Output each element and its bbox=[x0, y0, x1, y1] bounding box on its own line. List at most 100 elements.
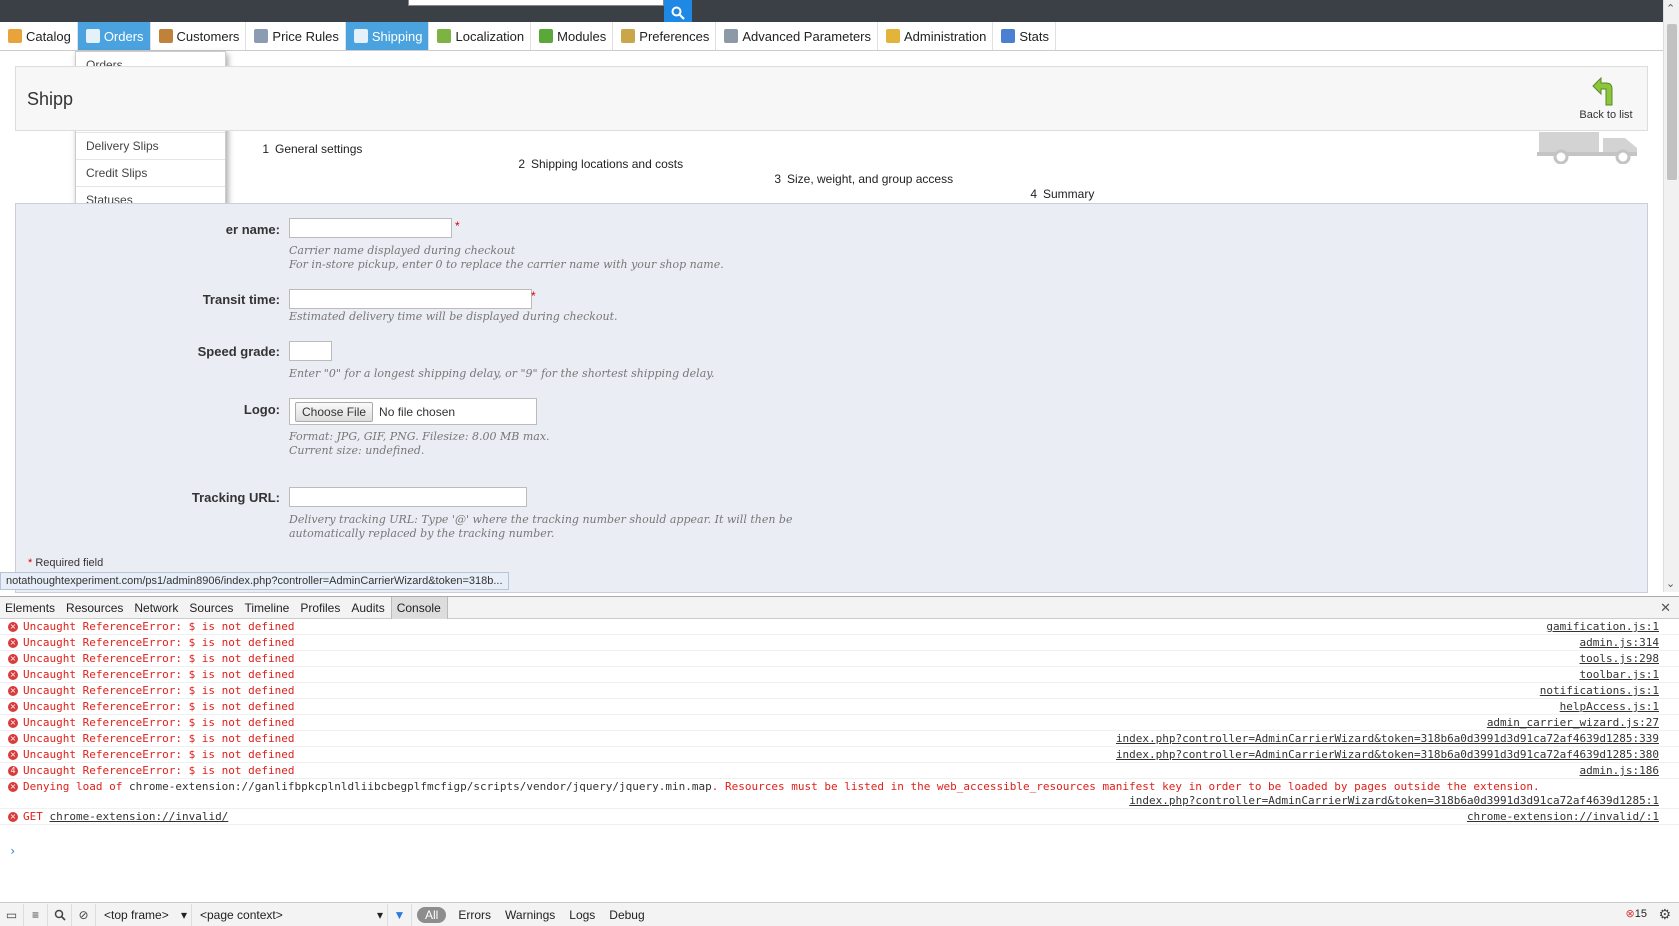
console-prompt[interactable]: › bbox=[9, 844, 16, 858]
message-url[interactable]: chrome-extension://ganlifbpkcplnldliibcb… bbox=[129, 780, 712, 793]
tab-label: Preferences bbox=[639, 28, 710, 44]
console-source-link[interactable]: index.php?controller=AdminCarrierWizard&… bbox=[1116, 732, 1659, 745]
menu-item-credit-slips[interactable]: Credit Slips bbox=[76, 160, 225, 187]
filter-logs[interactable]: Logs bbox=[562, 908, 602, 922]
gear-icon[interactable]: ⚙ bbox=[1658, 906, 1671, 923]
frame-select-value: <top frame> bbox=[104, 907, 169, 922]
devtools-tab-elements[interactable]: Elements bbox=[0, 597, 61, 619]
console-row: 4 Uncaught ReferenceError: $ is not defin… bbox=[0, 763, 1679, 779]
tab-modules[interactable]: Modules bbox=[531, 22, 614, 50]
tab-label: Administration bbox=[904, 28, 987, 44]
tab-preferences[interactable]: Preferences bbox=[613, 22, 717, 50]
console-source-link[interactable]: tools.js:298 bbox=[1580, 652, 1659, 665]
wizard-step-2[interactable]: 2 Shipping locations and costs bbox=[513, 157, 683, 171]
console-row: × Uncaught ReferenceError: $ is not defin… bbox=[0, 667, 1679, 683]
page-scrollbar[interactable]: ⌃ ⌄ bbox=[1663, 0, 1679, 592]
dock-icon[interactable]: ▭ bbox=[0, 903, 24, 926]
scroll-down-icon[interactable]: ⌄ bbox=[1666, 577, 1675, 590]
frame-select[interactable]: <top frame> ▾ bbox=[96, 903, 192, 926]
close-icon[interactable]: ✕ bbox=[1660, 600, 1671, 616]
help-line: automatically replaced by the tracking n… bbox=[289, 527, 555, 540]
console-source-link[interactable]: notifications.js:1 bbox=[1540, 684, 1659, 697]
menu-item-delivery-slips[interactable]: Delivery Slips bbox=[76, 133, 225, 160]
tab-price-rules[interactable]: Price Rules bbox=[246, 22, 346, 50]
tab-label: Stats bbox=[1019, 28, 1049, 44]
devtools-tab-bar: Elements Resources Network Sources Timeline P… bbox=[0, 596, 1679, 619]
step-label: General settings bbox=[275, 142, 363, 156]
console-source-link[interactable]: index.php?controller=AdminCarrierWizard&… bbox=[1116, 748, 1659, 761]
devtools-tab-network[interactable]: Network bbox=[129, 597, 184, 619]
logo-label: Logo: bbox=[243, 402, 280, 417]
console-source-link[interactable]: toolbar.js:1 bbox=[1580, 668, 1659, 681]
logo-file-input[interactable]: Choose File No file chosen bbox=[289, 398, 537, 425]
console-source-link[interactable]: helpAccess.js:1 bbox=[1560, 700, 1659, 713]
filter-all[interactable]: All bbox=[417, 906, 447, 923]
error-icon: × bbox=[8, 750, 18, 760]
console-message: Uncaught ReferenceError: $ is not define… bbox=[23, 764, 295, 777]
help-line: Current size: undefined. bbox=[289, 444, 425, 457]
carrier-name-input[interactable] bbox=[289, 218, 452, 238]
devtools-tab-sources[interactable]: Sources bbox=[184, 597, 239, 619]
search-input[interactable] bbox=[408, 0, 664, 6]
drawer-icon[interactable]: ≡ bbox=[24, 903, 48, 926]
required-note-text: Required field bbox=[35, 557, 104, 569]
devtools-tab-audits[interactable]: Audits bbox=[346, 597, 390, 619]
console-row: × Denying load of chrome-extension://ganl… bbox=[0, 779, 1679, 809]
truck-icon bbox=[1537, 132, 1637, 164]
console-row: × Uncaught ReferenceError: $ is not defin… bbox=[0, 747, 1679, 763]
clear-console-icon[interactable]: ⊘ bbox=[72, 903, 96, 926]
dropdown-arrow-icon: ▾ bbox=[376, 907, 383, 922]
transit-time-input[interactable] bbox=[289, 289, 532, 309]
speed-grade-input[interactable] bbox=[289, 341, 332, 361]
speed-grade-label: Speed grade: bbox=[197, 344, 280, 359]
console-source-link[interactable]: gamification.js:1 bbox=[1546, 620, 1659, 633]
logo-help: Format: JPG, GIF, PNG. Filesize: 8.00 MB… bbox=[289, 430, 550, 458]
choose-file-button[interactable]: Choose File bbox=[295, 401, 374, 422]
devtools-tab-resources[interactable]: Resources bbox=[61, 597, 129, 619]
devtools-tab-console[interactable]: Console bbox=[390, 596, 448, 619]
error-icon: × bbox=[8, 654, 18, 664]
devtools-tab-timeline[interactable]: Timeline bbox=[239, 597, 295, 619]
wizard-step-4[interactable]: 4 Summary bbox=[1025, 187, 1094, 201]
message-url[interactable]: chrome-extension://invalid/ bbox=[50, 810, 229, 823]
wizard-step-1[interactable]: 1 General settings bbox=[257, 142, 362, 156]
console-message: Uncaught ReferenceError: $ is not define… bbox=[23, 700, 295, 713]
filter-debug[interactable]: Debug bbox=[602, 908, 651, 922]
console-message: Denying load of chrome-extension://ganli… bbox=[23, 780, 1540, 793]
console-source-link[interactable]: admin.js:314 bbox=[1580, 636, 1659, 649]
message-rest: . Resources must be listed in the web_ac… bbox=[711, 780, 1540, 793]
filter-warnings[interactable]: Warnings bbox=[498, 908, 562, 922]
tab-customers[interactable]: Customers bbox=[151, 22, 247, 50]
required-mark: * bbox=[28, 557, 33, 569]
filter-icon[interactable]: ▼ bbox=[388, 903, 412, 926]
console-source-link[interactable]: admin_carrier_wizard.js:27 bbox=[1487, 716, 1659, 729]
tab-label: Catalog bbox=[26, 28, 71, 44]
wizard-step-3[interactable]: 3 Size, weight, and group access bbox=[769, 172, 953, 186]
scroll-up-icon[interactable]: ⌃ bbox=[1666, 2, 1675, 15]
back-to-list-button[interactable]: Back to list bbox=[1577, 77, 1635, 121]
tab-orders[interactable]: Orders bbox=[77, 22, 151, 50]
tab-advanced-parameters[interactable]: Advanced Parameters bbox=[716, 22, 878, 50]
scroll-thumb[interactable] bbox=[1667, 24, 1677, 180]
console-row: × Uncaught ReferenceError: $ is not defin… bbox=[0, 683, 1679, 699]
back-arrow-icon bbox=[1592, 77, 1613, 106]
top-bar bbox=[0, 0, 1663, 26]
console-row: × Uncaught ReferenceError: $ is not defin… bbox=[0, 731, 1679, 747]
tab-catalog[interactable]: Catalog bbox=[0, 22, 78, 50]
console-source-link[interactable]: admin.js:186 bbox=[1580, 764, 1659, 777]
filter-errors[interactable]: Errors bbox=[451, 908, 498, 922]
console-source-link[interactable]: chrome-extension://invalid/:1 bbox=[1467, 810, 1659, 823]
console-row: × GET chrome-extension://invalid/chrome-e… bbox=[0, 809, 1679, 825]
step-number: 3 bbox=[774, 172, 781, 186]
error-count-badge[interactable]: ⊗15 bbox=[1626, 907, 1647, 920]
console-source-link[interactable]: index.php?controller=AdminCarrierWizard&… bbox=[1129, 794, 1659, 807]
tab-localization[interactable]: Localization bbox=[429, 22, 532, 50]
tab-shipping[interactable]: Shipping bbox=[345, 22, 430, 50]
context-select[interactable]: <page context> ▾ bbox=[192, 903, 388, 926]
devtools-tab-profiles[interactable]: Profiles bbox=[295, 597, 346, 619]
tab-administration[interactable]: Administration bbox=[878, 22, 994, 50]
tab-stats[interactable]: Stats bbox=[993, 22, 1056, 50]
console-message: Uncaught ReferenceError: $ is not define… bbox=[23, 620, 295, 633]
search-icon[interactable] bbox=[48, 903, 72, 926]
tracking-url-input[interactable] bbox=[289, 487, 527, 507]
